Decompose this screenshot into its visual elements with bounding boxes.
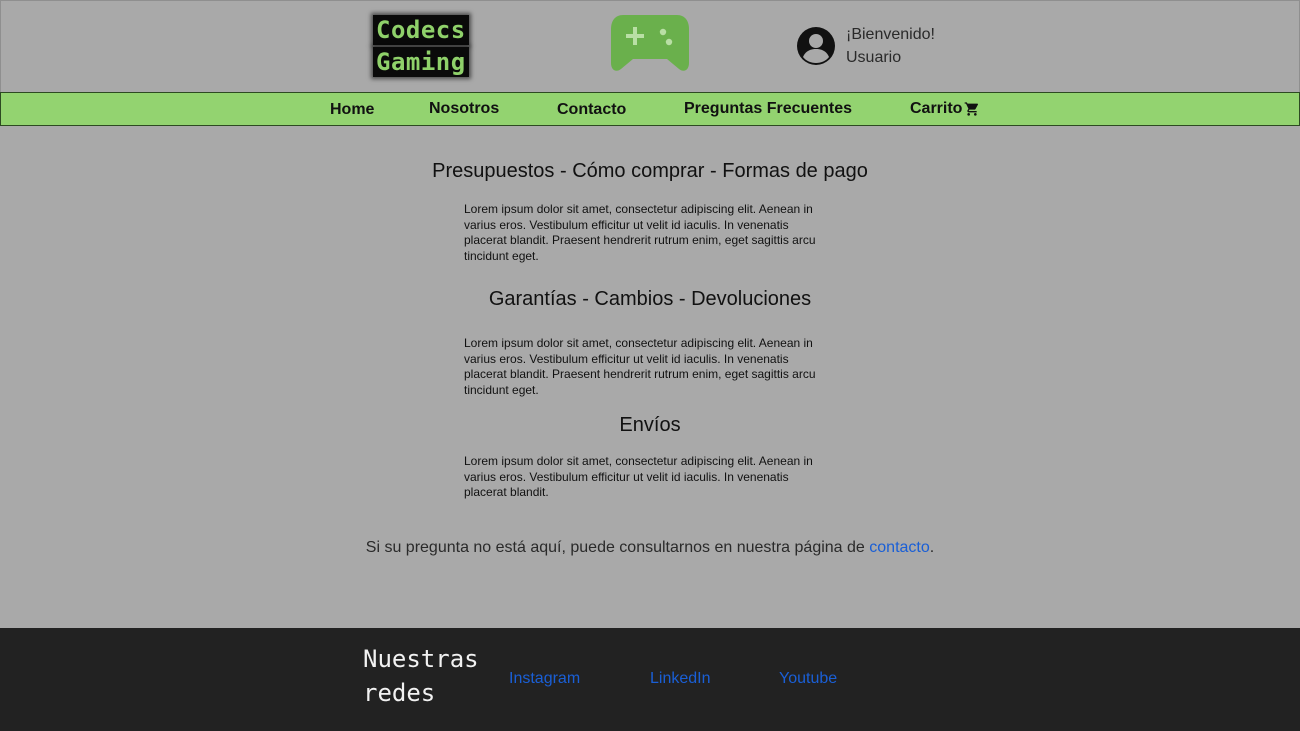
section-text-garantias: Lorem ipsum dolor sit amet, consectetur … bbox=[464, 336, 816, 397]
instagram-link[interactable]: Instagram bbox=[509, 670, 580, 688]
username: Usuario bbox=[846, 49, 902, 66]
contact-note-prefix: Si su pregunta no está aquí, puede consu… bbox=[365, 539, 870, 556]
section-title-envios: Envíos bbox=[619, 414, 681, 436]
nav-faq-label: Preguntas Frecuentes bbox=[684, 100, 853, 117]
nav-contacto[interactable]: Contacto bbox=[557, 101, 626, 119]
nav-nosotros-label: Nosotros bbox=[429, 100, 500, 117]
linkedin-link[interactable]: LinkedIn bbox=[650, 670, 711, 688]
footer-title: Nuestras redes bbox=[363, 645, 479, 707]
nav-home-label: Home bbox=[330, 101, 375, 118]
nav-home[interactable]: Home bbox=[330, 101, 374, 119]
youtube-link[interactable]: Youtube bbox=[779, 670, 837, 688]
section-title-garantias: Garantías - Cambios - Devoluciones bbox=[488, 288, 812, 310]
nav-nosotros[interactable]: Nosotros bbox=[429, 100, 499, 118]
gamepad-icon bbox=[611, 15, 689, 71]
site-logo[interactable]: Codecs Gaming bbox=[373, 15, 469, 77]
site-header: Codecs Gaming ¡Bienvenido! Usuario bbox=[0, 0, 1300, 92]
nav-faq[interactable]: Preguntas Frecuentes bbox=[684, 100, 852, 118]
nav-contacto-label: Contacto bbox=[557, 101, 627, 118]
section-title-presupuestos: Presupuestos - Cómo comprar - Formas de … bbox=[432, 160, 868, 182]
logo-line-2: Gaming bbox=[373, 47, 469, 77]
welcome-text: ¡Bienvenido! bbox=[846, 26, 935, 43]
section-text-presupuestos: Lorem ipsum dolor sit amet, consectetur … bbox=[464, 202, 816, 263]
section-text-envios: Lorem ipsum dolor sit amet, consectetur … bbox=[464, 454, 813, 500]
contact-link[interactable]: contacto bbox=[869, 539, 929, 556]
contact-note: Si su pregunta no está aquí, puede consu… bbox=[0, 539, 1300, 557]
user-greeting: ¡Bienvenido! Usuario bbox=[846, 23, 935, 69]
shopping-cart-icon bbox=[965, 102, 979, 116]
nav-carrito-label: Carrito bbox=[910, 100, 963, 117]
nav-carrito[interactable]: Carrito bbox=[910, 100, 980, 118]
user-menu[interactable]: ¡Bienvenido! Usuario bbox=[796, 23, 935, 69]
site-footer: Nuestras redes Instagram LinkedIn Youtub… bbox=[0, 628, 1300, 731]
logo-line-1: Codecs bbox=[373, 15, 469, 45]
contact-note-suffix: . bbox=[929, 539, 935, 556]
account-circle-icon bbox=[797, 27, 835, 65]
main-nav: Home Nosotros Contacto Preguntas Frecuen… bbox=[0, 92, 1300, 126]
